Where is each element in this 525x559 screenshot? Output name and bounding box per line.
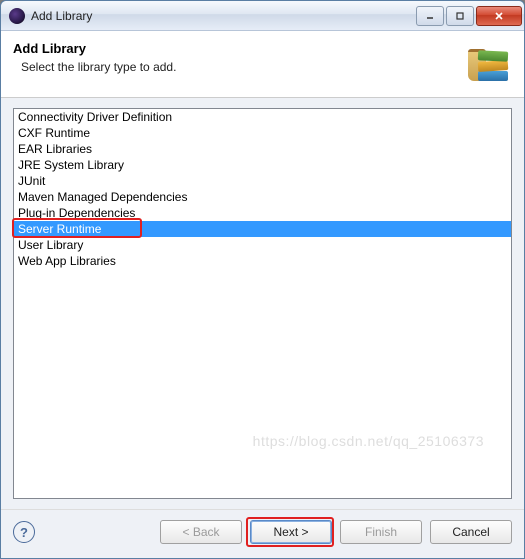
list-item[interactable]: CXF Runtime <box>14 125 511 141</box>
maximize-button[interactable] <box>446 6 474 26</box>
content-area: Connectivity Driver DefinitionCXF Runtim… <box>1 98 524 509</box>
list-item[interactable]: JRE System Library <box>14 157 511 173</box>
library-icon <box>464 41 512 89</box>
close-button[interactable] <box>476 6 522 26</box>
window-controls <box>416 6 522 26</box>
finish-button[interactable]: Finish <box>340 520 422 544</box>
list-item[interactable]: User Library <box>14 237 511 253</box>
help-icon[interactable]: ? <box>13 521 35 543</box>
titlebar[interactable]: Add Library <box>1 1 524 31</box>
library-type-list[interactable]: Connectivity Driver DefinitionCXF Runtim… <box>13 108 512 499</box>
list-item[interactable]: Plug-in Dependencies <box>14 205 511 221</box>
button-bar: ? < Back Next > Finish Cancel <box>1 509 524 558</box>
page-title: Add Library <box>13 41 464 56</box>
eclipse-icon <box>9 8 25 24</box>
list-item[interactable]: Maven Managed Dependencies <box>14 189 511 205</box>
next-button[interactable]: Next > <box>250 520 332 544</box>
dialog-window: Add Library Add Library Select the libra… <box>0 0 525 559</box>
window-title: Add Library <box>31 9 416 23</box>
list-item[interactable]: Web App Libraries <box>14 253 511 269</box>
list-item[interactable]: Connectivity Driver Definition <box>14 109 511 125</box>
list-item[interactable]: JUnit <box>14 173 511 189</box>
cancel-button[interactable]: Cancel <box>430 520 512 544</box>
list-item[interactable]: EAR Libraries <box>14 141 511 157</box>
back-button[interactable]: < Back <box>160 520 242 544</box>
wizard-header: Add Library Select the library type to a… <box>1 31 524 98</box>
list-item[interactable]: Server Runtime <box>14 221 511 237</box>
minimize-button[interactable] <box>416 6 444 26</box>
page-subtitle: Select the library type to add. <box>13 60 464 74</box>
